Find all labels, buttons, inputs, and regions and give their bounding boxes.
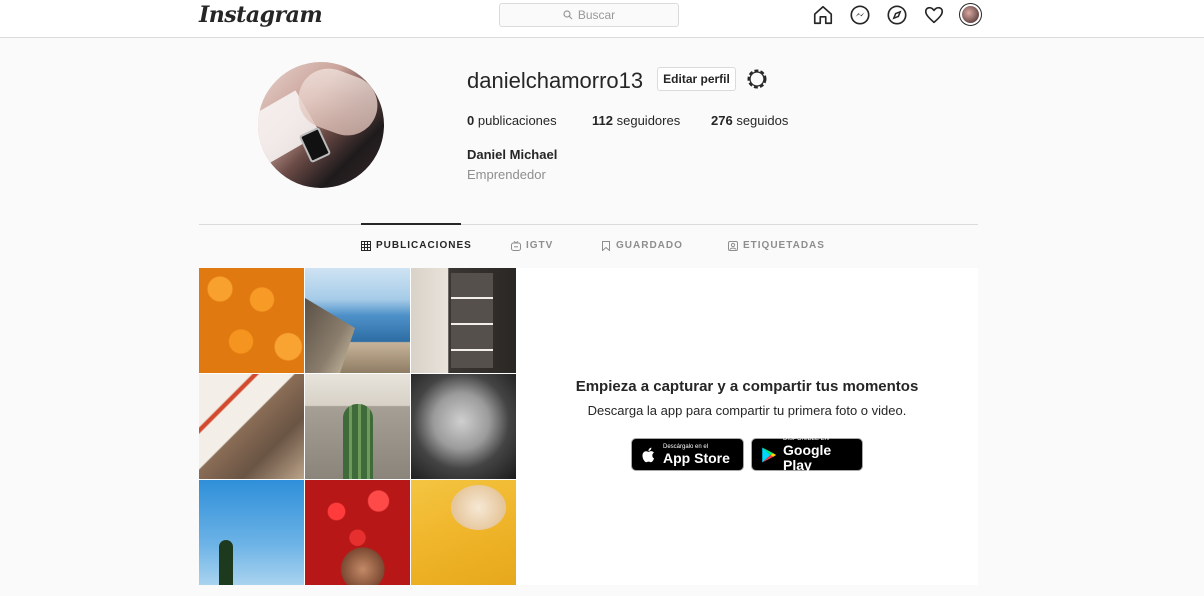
search-icon [563,10,573,20]
sample-photo-oranges [199,268,304,373]
sample-photo-photostrip [411,268,516,373]
followers-stat[interactable]: 112 seguidores [592,113,711,128]
top-navigation-bar: Instagram Buscar [0,0,1204,38]
tabs-divider [199,224,978,225]
tab-label: ETIQUETADAS [743,240,825,251]
search-input[interactable]: Buscar [499,3,679,27]
tab-label: GUARDADO [616,240,683,251]
bookmark-icon [602,240,610,251]
following-count: 276 [711,113,733,128]
settings-gear-icon[interactable] [745,67,769,91]
posts-stat[interactable]: 0 publicaciones [467,113,592,128]
google-play-icon [762,447,777,462]
heart-icon[interactable] [922,3,945,26]
sample-photo-coast [305,268,410,373]
followers-count: 112 [592,113,613,128]
tagged-icon [728,240,738,251]
nav-icons [811,3,982,26]
following-stat[interactable]: 276 seguidos [711,113,788,128]
search-placeholder: Buscar [577,8,616,22]
sample-photo-cat [411,480,516,585]
sample-photo-cactus [305,374,410,479]
explore-icon[interactable] [885,3,908,26]
grid-icon [361,240,371,251]
sample-photo-dog [199,374,304,479]
instagram-logo[interactable]: Instagram [199,2,323,28]
nav-avatar[interactable] [959,3,982,26]
active-tab-indicator [361,223,461,225]
profile-picture[interactable] [258,62,384,188]
avatar-image [962,6,979,23]
google-play-button[interactable]: DISPONIBLE EN Google Play [751,436,863,473]
tab-etiquetadas[interactable]: ETIQUETADAS [728,240,825,251]
google-play-text: DISPONIBLE EN Google Play [783,436,854,473]
messenger-icon[interactable] [848,3,871,26]
app-store-button[interactable]: Descárgalo en el App Store [631,438,744,471]
tab-publicaciones[interactable]: PUBLICACIONES [361,240,472,251]
app-store-big: App Store [663,449,730,466]
sample-photo-skyride [199,480,304,585]
sample-photo-flowers [305,480,410,585]
sample-photo-baby [411,374,516,479]
tab-label: PUBLICACIONES [376,240,472,251]
apple-icon [642,447,655,462]
app-store-text: Descárgalo en el App Store [663,444,730,466]
following-label: seguidos [736,113,789,128]
tab-label: IGTV [526,240,554,251]
google-play-big: Google Play [783,442,832,473]
sample-photo-grid [199,268,516,585]
posts-count: 0 [467,113,475,128]
profile-bio: Emprendedor [467,167,546,182]
followers-label: seguidores [616,113,681,128]
profile-username: danielchamorro13 [467,68,644,93]
tab-guardado[interactable]: GUARDADO [601,240,683,251]
cta-title: Empieza a capturar y a compartir tus mom… [575,378,919,395]
tab-igtv[interactable]: IGTV [511,240,553,251]
home-icon[interactable] [811,3,834,26]
edit-profile-button[interactable]: Editar perfil [657,67,736,91]
posts-label: publicaciones [477,113,557,128]
cta-subtitle: Descarga la app para compartir tu primer… [587,403,907,418]
profile-full-name: Daniel Michael [467,147,558,162]
profile-stats: 0 publicaciones 112 seguidores 276 segui… [467,113,788,128]
igtv-icon [511,240,521,251]
get-app-panel: Empieza a capturar y a compartir tus mom… [516,268,978,585]
